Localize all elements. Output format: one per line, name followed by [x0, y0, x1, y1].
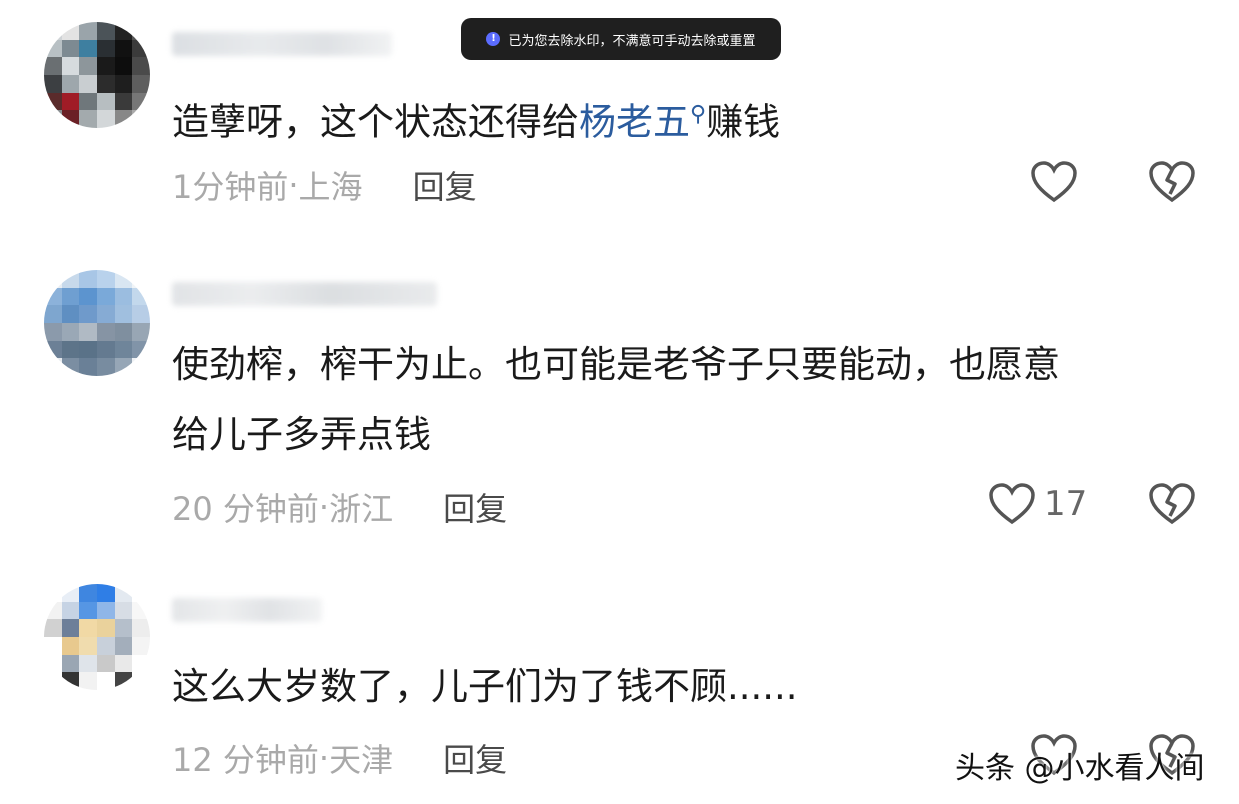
like-button[interactable] [1030, 160, 1078, 204]
username-blurred[interactable] [172, 282, 437, 306]
comment-time: 12 分钟前 [172, 741, 319, 779]
avatar[interactable] [44, 270, 150, 376]
comment-text: 造孽呀，这个状态还得给杨老五⚲赚钱 [172, 100, 781, 144]
toast-text: 已为您去除水印，不满意可手动去除或重置 [508, 33, 756, 49]
comment-text: 使劲榨，榨干为止。也可能是老爷子只要能动，也愿意 给儿子多弄点钱 [172, 343, 1060, 456]
comment-time: 20 分钟前 [172, 490, 319, 528]
comment-time: 1分钟前 [172, 168, 289, 206]
comment-meta: 1分钟前 · 上海 回复 [172, 162, 477, 208]
like-count: 17 [1044, 484, 1088, 524]
broken-heart-icon [1149, 483, 1195, 525]
dislike-button[interactable] [1148, 482, 1196, 530]
meta-separator: · [318, 739, 330, 777]
avatar[interactable] [44, 584, 150, 690]
source-watermark: 头条 @小水看人间 [955, 751, 1205, 786]
comment-text: 这么大岁数了，儿子们为了钱不顾...... [172, 665, 798, 708]
comment-location: 天津 [329, 741, 394, 779]
watermark-removed-toast: ! 已为您去除水印，不满意可手动去除或重置 [461, 18, 781, 60]
search-icon[interactable]: ⚲ [690, 102, 706, 127]
username-blurred[interactable] [172, 32, 392, 56]
comment-meta: 20 分钟前 · 浙江 回复 [172, 484, 507, 530]
username-blurred[interactable] [172, 598, 322, 622]
comment-meta: 12 分钟前 · 天津 回复 [172, 735, 507, 781]
like-button[interactable]: 17 [988, 482, 1087, 526]
reply-button[interactable]: 回复 [443, 735, 507, 781]
meta-separator: · [318, 488, 330, 526]
heart-icon [989, 483, 1035, 525]
heart-icon [1031, 161, 1077, 203]
reply-button[interactable]: 回复 [443, 484, 507, 530]
broken-heart-icon [1149, 161, 1195, 203]
info-icon: ! [486, 32, 501, 46]
meta-separator: · [288, 166, 299, 204]
dislike-button[interactable] [1148, 160, 1196, 208]
mention-link[interactable]: 杨老五 [579, 100, 690, 143]
reply-button[interactable]: 回复 [413, 162, 477, 208]
comment-location: 浙江 [329, 490, 394, 528]
comment-location: 上海 [298, 168, 363, 206]
avatar[interactable] [44, 22, 150, 128]
